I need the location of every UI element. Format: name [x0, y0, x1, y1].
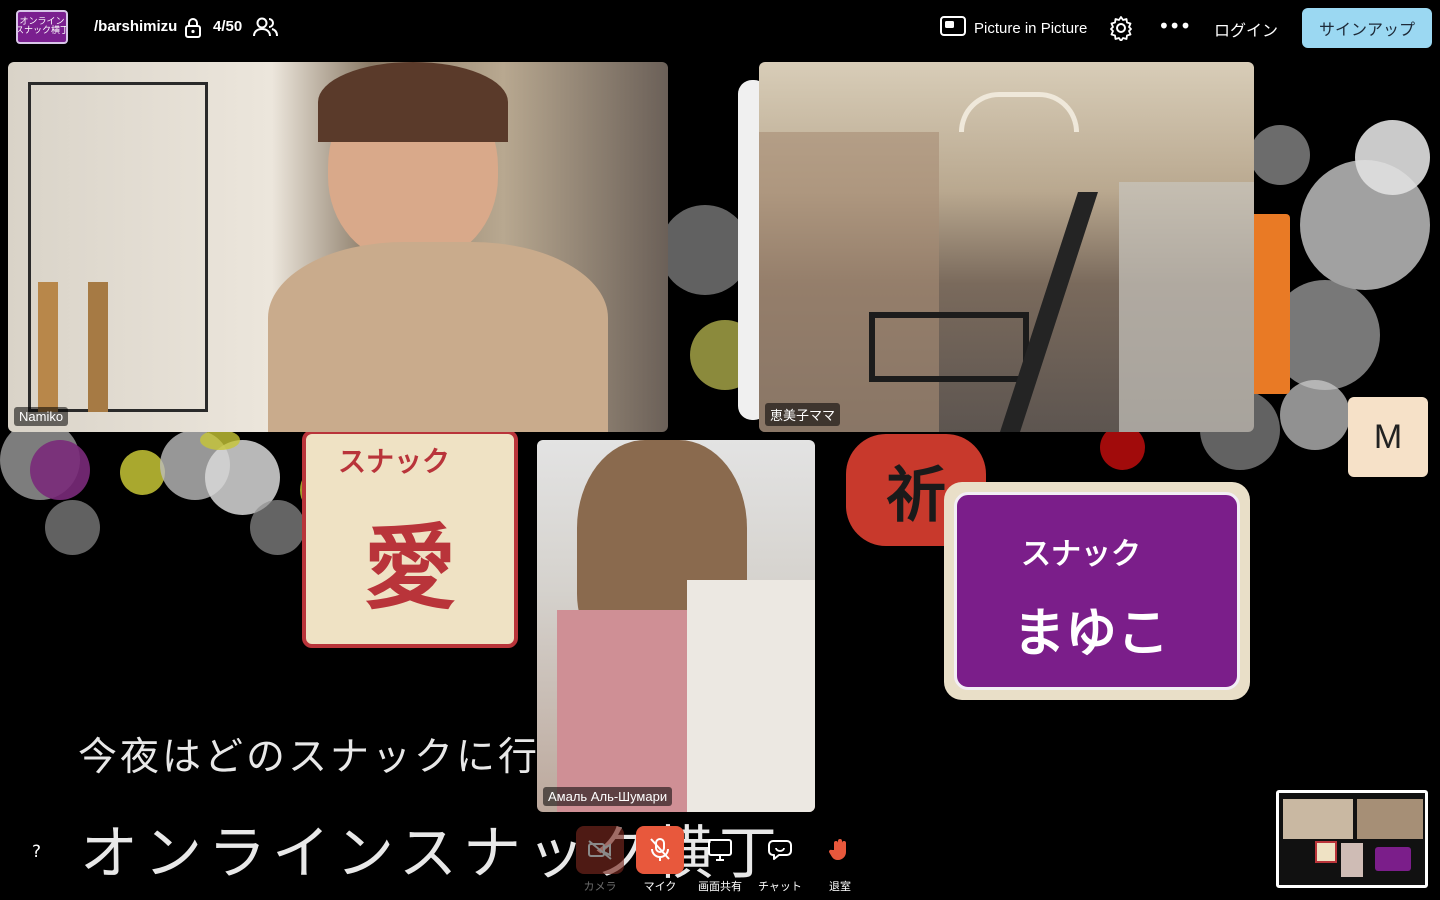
people-icon[interactable]	[252, 15, 280, 39]
video-tile-namiko[interactable]: Namiko	[8, 62, 668, 432]
more-icon[interactable]: •••	[1158, 16, 1191, 38]
signup-button[interactable]: サインアップ	[1302, 8, 1432, 48]
participant-video	[268, 62, 608, 432]
chat-label: チャット	[758, 880, 802, 893]
participant-count: 4/50	[213, 18, 243, 35]
camera-off-icon	[576, 826, 624, 874]
wave-hand-icon	[816, 826, 864, 874]
tile-label-namiko: Namiko	[14, 407, 69, 426]
sign-mayuko-top: スナック	[1021, 537, 1141, 572]
picture-in-picture-icon	[940, 15, 966, 41]
sign-inori-text: 祈	[886, 460, 946, 531]
tile-label-amal: Амаль Аль-Шумари	[543, 787, 673, 806]
video-tile-amal[interactable]: Амаль Аль-Шумари	[537, 440, 815, 812]
video-tile-emiko-mama[interactable]: 恵美子ママ	[759, 62, 1254, 432]
camera-label: カメラ	[583, 880, 617, 893]
leave-button[interactable]: 退室	[810, 826, 870, 894]
mic-button[interactable]: マイク	[630, 826, 690, 894]
picture-in-picture-button[interactable]: Picture in Picture	[940, 15, 1087, 41]
participant-avatar-m[interactable]: M	[1348, 397, 1428, 477]
mic-label: マイク	[643, 880, 677, 893]
top-bar: オンライン スナック横丁 /barshimizu 4/50 Picture in…	[0, 0, 1440, 56]
lock-icon[interactable]	[183, 17, 203, 39]
self-view-thumbnail[interactable]	[1276, 790, 1428, 888]
background-subtitle: 今夜はどのスナックに行	[78, 735, 541, 780]
tile-label-emiko-mama: 恵美子ママ	[765, 403, 841, 426]
sign-snack-mayuko: スナック まゆこ	[944, 482, 1250, 700]
camera-button[interactable]: カメラ	[570, 826, 630, 894]
login-button[interactable]: ログイン	[1214, 17, 1278, 41]
participant-video	[537, 440, 815, 812]
sign-mayuko-main: まゆこ	[1013, 604, 1170, 664]
screen-share-button[interactable]: 画面共有	[690, 826, 750, 894]
mic-off-icon	[636, 826, 684, 874]
gear-icon[interactable]	[1108, 15, 1134, 42]
app-logo[interactable]: オンライン スナック横丁	[16, 10, 68, 44]
chat-icon	[756, 826, 804, 874]
sign-snack-ai-main: 愛	[364, 515, 457, 622]
room-name: /barshimizu	[94, 18, 178, 35]
sign-snack-ai-top: スナック	[338, 445, 451, 478]
picture-in-picture-label: Picture in Picture	[974, 19, 1088, 37]
participant-video	[759, 62, 1254, 432]
app-logo-text: オンライン スナック横丁	[16, 17, 68, 36]
leave-label: 退室	[829, 880, 851, 893]
monitor-icon	[696, 826, 744, 874]
screen-share-label: 画面共有	[698, 880, 742, 893]
sign-snack-ai: スナック 愛	[302, 430, 518, 648]
help-button[interactable]: ?	[32, 842, 41, 862]
chat-button[interactable]: チャット	[750, 826, 810, 894]
